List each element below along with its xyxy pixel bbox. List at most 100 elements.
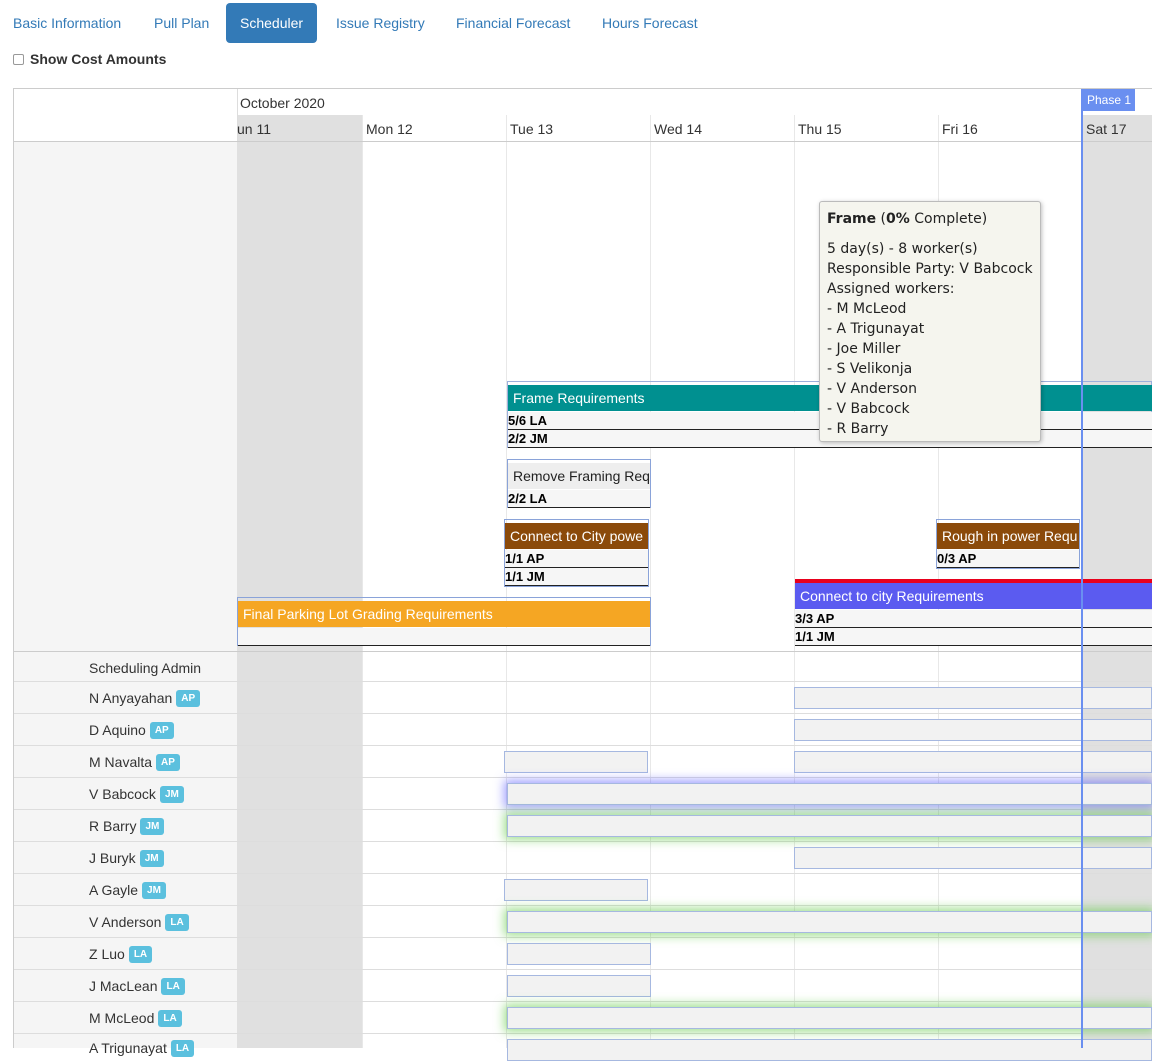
task-stat: 1/1 JM: [795, 628, 1152, 646]
day-label: Fri 16: [942, 121, 978, 137]
task-area-divider: [14, 651, 1152, 652]
tab-issue-registry[interactable]: Issue Registry: [336, 3, 425, 43]
tooltip-worker: - M McLeod: [827, 301, 907, 317]
assignment-slot[interactable]: [794, 751, 1152, 773]
task-stat: 2/2 LA: [508, 490, 650, 508]
day-label: Wed 14: [654, 121, 702, 137]
trade-badge: LA: [158, 1009, 182, 1027]
worker-name: A Gayle JM: [89, 881, 166, 900]
worker-name: R Barry JM: [89, 817, 165, 836]
row-divider: [14, 873, 1152, 874]
task-final-parking-lot[interactable]: Final Parking Lot Grading Requirements: [238, 601, 650, 627]
tab-financial-forecast[interactable]: Financial Forecast: [456, 3, 570, 43]
assignment-slot[interactable]: [507, 975, 651, 997]
assignment-slot[interactable]: [504, 879, 648, 901]
trade-badge: AP: [176, 689, 201, 707]
task-stat: 3/3 AP: [795, 610, 1152, 628]
worker-name: Scheduling Admin: [89, 660, 202, 676]
show-cost-label: Show Cost Amounts: [30, 51, 167, 67]
tab-basic-information[interactable]: Basic Information: [13, 3, 121, 43]
trade-badge: JM: [140, 817, 165, 835]
trade-badge: LA: [161, 977, 185, 995]
worker-name: A Trigunayat LA: [89, 1039, 195, 1058]
worker-name: Z Luo LA: [89, 945, 153, 964]
tooltip-worker: - V Anderson: [827, 381, 917, 397]
header-divider: [14, 141, 1152, 142]
row-divider: [14, 777, 1152, 778]
day-divider: [650, 115, 651, 1048]
task-stat-empty: [238, 628, 650, 646]
assignment-slot[interactable]: [507, 943, 651, 965]
assignment-slot[interactable]: [794, 687, 1152, 709]
assignment-slot[interactable]: [507, 1039, 1152, 1061]
task-connect-city-power[interactable]: Connect to City powe: [505, 523, 648, 549]
row-divider: [14, 937, 1152, 938]
row-divider: [14, 681, 1152, 682]
worker-name: V Anderson LA: [89, 913, 189, 932]
tooltip-worker: - R Barry: [827, 421, 889, 437]
task-stat: 0/3 AP: [937, 550, 1079, 568]
phase-label[interactable]: Phase 1: [1081, 89, 1135, 111]
task-rough-in-power[interactable]: Rough in power Requ: [937, 523, 1079, 549]
tooltip-worker: - Joe Miller: [827, 341, 901, 357]
assignment-slot[interactable]: [794, 719, 1152, 741]
assignment-slot[interactable]: [507, 783, 1152, 805]
today-marker: [1081, 89, 1083, 1048]
trade-badge: JM: [139, 849, 164, 867]
tooltip-title: Frame (0% Complete): [827, 211, 988, 227]
row-divider: [14, 905, 1152, 906]
task-tooltip: Frame (0% Complete) 5 day(s) - 8 worker(…: [819, 201, 1041, 442]
row-divider: [14, 745, 1152, 746]
assignment-slot[interactable]: [507, 1007, 1152, 1029]
task-connect-city-requirements[interactable]: Connect to city Requirements: [795, 583, 1152, 609]
assignment-slot[interactable]: [504, 751, 648, 773]
row-divider: [14, 1033, 1152, 1034]
trade-badge: AP: [156, 753, 180, 771]
tooltip-duration: 5 day(s) - 8 worker(s): [827, 241, 978, 257]
row-divider: [14, 809, 1152, 810]
row-divider: [14, 969, 1152, 970]
month-label: October 2020: [240, 95, 325, 111]
row-divider: [14, 841, 1152, 842]
tab-hours-forecast[interactable]: Hours Forecast: [602, 3, 698, 43]
day-label: Tue 13: [510, 121, 554, 137]
assignment-slot[interactable]: [507, 815, 1152, 837]
row-divider: [14, 713, 1152, 714]
day-label: Sat 17: [1086, 121, 1127, 137]
resource-column: [14, 142, 238, 1048]
worker-name: M Navalta AP: [89, 753, 180, 772]
worker-name: J MacLean LA: [89, 977, 185, 996]
worker-name: J Buryk JM: [89, 849, 164, 868]
worker-name: M McLeod LA: [89, 1009, 182, 1028]
assignment-slot[interactable]: [794, 847, 1152, 869]
day-label: Mon 12: [366, 121, 413, 137]
trade-badge: LA: [128, 945, 153, 963]
day-label: un 11: [237, 121, 271, 137]
task-stat: 1/1 AP: [505, 550, 648, 568]
header-corner: [14, 89, 238, 141]
trade-badge: LA: [165, 913, 189, 931]
show-cost-checkbox[interactable]: [13, 54, 24, 65]
trade-badge: JM: [142, 881, 166, 899]
tab-pull-plan[interactable]: Pull Plan: [154, 3, 209, 43]
trade-badge: JM: [159, 785, 184, 803]
weekend-column-sun: [237, 115, 363, 1048]
day-label: Thu 15: [798, 121, 842, 137]
worker-name: D Aquino AP: [89, 721, 174, 740]
month-row: [237, 89, 1152, 115]
tooltip-assigned-header: Assigned workers:: [827, 281, 955, 297]
tab-scheduler[interactable]: Scheduler: [226, 3, 318, 43]
task-stat: 1/1 JM: [505, 568, 648, 586]
tooltip-worker: - S Velikonja: [827, 361, 913, 377]
tooltip-responsible: Responsible Party: V Babcock: [827, 261, 1033, 277]
tooltip-worker: - V Babcock: [827, 401, 910, 417]
row-divider: [14, 1001, 1152, 1002]
tooltip-worker: - A Trigunayat: [827, 321, 925, 337]
assignment-slot[interactable]: [507, 911, 1152, 933]
day-divider: [362, 115, 363, 1048]
worker-name: N Anyayahan AP: [89, 689, 201, 708]
task-remove-framing[interactable]: Remove Framing Requ: [508, 463, 650, 489]
worker-name: V Babcock JM: [89, 785, 184, 804]
trade-badge: AP: [149, 721, 174, 739]
trade-badge: LA: [170, 1039, 195, 1057]
